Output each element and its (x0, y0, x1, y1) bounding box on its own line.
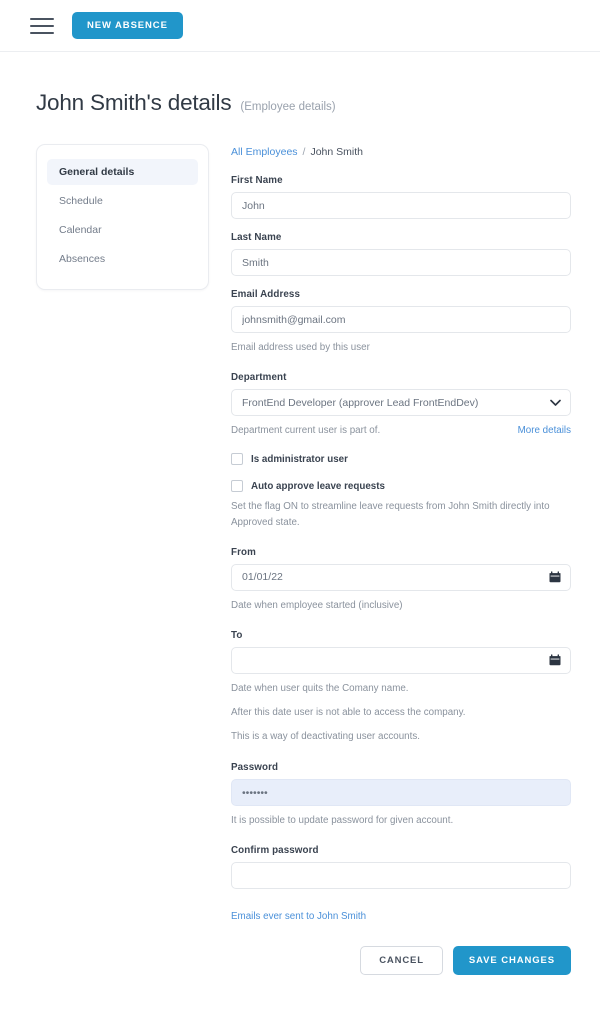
form-actions: CANCEL SAVE CHANGES (231, 945, 571, 975)
to-date-helper-text-2: After this date user is not able to acce… (231, 707, 466, 719)
to-date-label: To (231, 629, 243, 641)
last-name-field-group: Last Name (231, 232, 571, 276)
password-field-group: Password It is possible to update passwo… (231, 762, 571, 828)
password-helper-text: It is possible to update password for gi… (231, 815, 454, 827)
to-date-helper-text-1: Date when user quits the Comany name. (231, 682, 409, 694)
to-date-helper-text-3: This is a way of deactivating user accou… (231, 731, 420, 743)
from-date-field-group: From Date when employee started (inclusi (231, 547, 571, 613)
confirm-password-label: Confirm password (231, 844, 319, 856)
department-label: Department (231, 372, 287, 384)
page-title: John Smith's details (Employee details) (0, 52, 600, 116)
breadcrumb-current: John Smith (310, 146, 363, 158)
sidebar-item-absences[interactable]: Absences (47, 246, 198, 272)
page-subtitle: (Employee details) (240, 101, 336, 113)
from-date-label: From (231, 546, 256, 558)
first-name-label: First Name (231, 175, 283, 186)
auto-approve-helper-text: Set the flag ON to streamline leave requ… (231, 501, 550, 528)
department-field-group: Department Department current user is pa… (231, 372, 571, 438)
email-helper-text: Email address used by this user (231, 342, 370, 353)
auto-approve-checkbox[interactable] (231, 480, 243, 493)
more-details-link[interactable]: More details (518, 425, 571, 436)
emails-sent-link[interactable]: Emails ever sent to John Smith (231, 911, 366, 922)
top-bar: NEW ABSENCE (0, 0, 600, 52)
bottom-spacer (231, 975, 571, 1012)
is-administrator-label: Is administrator user (251, 453, 348, 465)
employee-form: All Employees / John Smith First Name Last… (231, 144, 571, 1012)
from-date-input[interactable] (231, 563, 571, 591)
cancel-button[interactable]: CANCEL (360, 945, 443, 975)
department-select[interactable] (231, 389, 571, 417)
sidebar-item-label: Schedule (59, 195, 103, 207)
sidebar-item-label: Calendar (59, 224, 102, 236)
content-area: General details Schedule Calendar Absenc… (0, 116, 600, 1012)
is-administrator-row[interactable]: Is administrator user (231, 453, 571, 466)
calendar-icon[interactable] (549, 571, 561, 583)
sidebar-item-schedule[interactable]: Schedule (47, 188, 198, 214)
chevron-down-icon[interactable] (550, 399, 561, 406)
breadcrumb-separator: / (302, 146, 306, 158)
sidebar-item-general-details[interactable]: General details (47, 159, 198, 185)
to-date-input[interactable] (231, 646, 571, 674)
section-nav-card: General details Schedule Calendar Absenc… (36, 144, 209, 290)
page-title-text: John Smith's details (36, 90, 232, 115)
department-helper-row: Department current user is part of. More… (231, 423, 571, 438)
email-field-group: Email Address Email address used by this… (231, 289, 571, 355)
breadcrumb: All Employees / John Smith (231, 146, 571, 158)
last-name-label: Last Name (231, 232, 282, 243)
sidebar-item-calendar[interactable]: Calendar (47, 217, 198, 243)
hamburger-icon[interactable] (30, 17, 54, 34)
department-select-wrap (231, 389, 571, 417)
password-input[interactable] (231, 779, 571, 807)
confirm-password-input[interactable] (231, 861, 571, 889)
is-administrator-checkbox[interactable] (231, 453, 243, 466)
breadcrumb-all-employees-link[interactable]: All Employees (231, 146, 298, 158)
email-label: Email Address (231, 289, 300, 300)
sidebar-item-label: Absences (59, 253, 106, 265)
confirm-password-field-group: Confirm password (231, 845, 571, 889)
auto-approve-label: Auto approve leave requests (251, 480, 385, 492)
form-footer: Emails ever sent to John Smith CANCEL SA… (231, 906, 571, 975)
new-absence-button[interactable]: NEW ABSENCE (72, 12, 183, 39)
save-changes-button[interactable]: SAVE CHANGES (452, 945, 571, 975)
first-name-input[interactable] (231, 192, 571, 219)
employee-details-page: NEW ABSENCE John Smith's details (Employ… (0, 0, 600, 1012)
calendar-icon[interactable] (549, 654, 561, 666)
department-helper-text: Department current user is part of. (231, 425, 381, 437)
email-input[interactable] (231, 306, 571, 333)
from-date-helper-text: Date when employee started (inclusive) (231, 599, 403, 611)
auto-approve-row[interactable]: Auto approve leave requests (231, 480, 571, 493)
first-name-field-group: First Name (231, 175, 571, 219)
last-name-input[interactable] (231, 249, 571, 276)
to-date-input-wrap (231, 646, 571, 674)
password-label: Password (231, 762, 279, 774)
sidebar-item-label: General details (59, 166, 135, 178)
to-date-field-group: To Date when user quits the Comany name. (231, 630, 571, 745)
from-date-input-wrap (231, 563, 571, 591)
